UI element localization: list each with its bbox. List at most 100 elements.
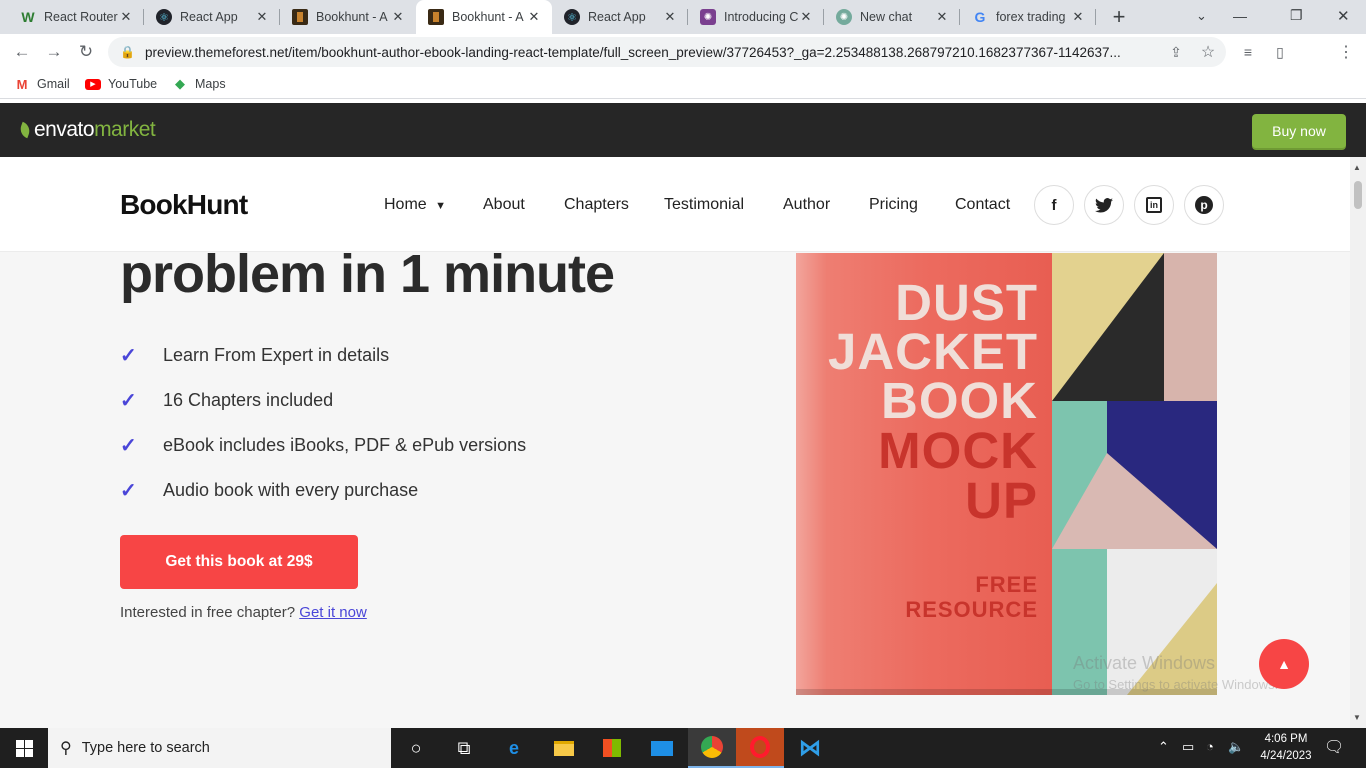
notification-icon[interactable]: 🗨 xyxy=(1324,737,1344,757)
back-icon[interactable]: ← xyxy=(10,40,34,64)
nav-home-label: Home xyxy=(384,196,427,213)
cortana-icon[interactable]: ○ xyxy=(392,728,440,768)
get-it-now-link[interactable]: Get it now xyxy=(299,604,367,621)
wifi-icon[interactable]: ◔ xyxy=(1206,739,1214,754)
minimize-icon[interactable]: — xyxy=(1233,8,1247,24)
close-icon[interactable]: ✕ xyxy=(934,9,950,25)
page-scrollbar[interactable]: ▲ ▼ xyxy=(1350,157,1366,728)
close-icon[interactable]: ✕ xyxy=(118,9,134,25)
volume-icon[interactable]: 🔈 xyxy=(1228,739,1244,755)
buy-now-button[interactable]: Buy now xyxy=(1252,114,1346,148)
taskbar-search-box[interactable]: ⚲ Type here to search xyxy=(48,728,391,768)
tab-title: forex trading xyxy=(996,10,1066,24)
close-icon[interactable]: ✕ xyxy=(254,9,270,25)
book-geometric-art xyxy=(1052,253,1217,695)
chatgpt-icon: ✺ xyxy=(836,9,852,25)
book-text-resource: RESOURCE xyxy=(905,597,1038,622)
tab-title: Bookhunt - A xyxy=(316,10,388,24)
opera-icon[interactable] xyxy=(736,728,784,768)
browser-tab-strip: W React Router ✕ ⚛ React App ✕ Bookhunt … xyxy=(0,0,1366,34)
close-icon[interactable]: ✕ xyxy=(1070,9,1086,25)
feature-item: ✓ eBook includes iBooks, PDF & ePub vers… xyxy=(120,433,526,458)
bookmark-star-icon[interactable]: ☆ xyxy=(1196,40,1220,64)
get-book-button[interactable]: Get this book at 29$ xyxy=(120,535,358,589)
menu-icon[interactable]: ⋮ xyxy=(1334,40,1358,64)
nav-about[interactable]: About xyxy=(483,196,525,214)
chrome-icon[interactable] xyxy=(688,728,736,768)
bookhunt-icon xyxy=(292,9,308,25)
tab-bookhunt[interactable]: Bookhunt - A ✕ xyxy=(280,0,416,34)
start-button[interactable] xyxy=(0,728,48,768)
chevron-down-icon: ▼ xyxy=(435,200,447,212)
restore-icon[interactable]: ❐ xyxy=(1290,7,1303,24)
twitter-icon[interactable] xyxy=(1084,185,1124,225)
envato-leaf-icon xyxy=(17,121,33,139)
bookmark-label: Maps xyxy=(195,77,226,91)
w-icon: W xyxy=(21,9,35,25)
nav-contact[interactable]: Contact xyxy=(955,196,1010,214)
task-view-icon[interactable]: ⧉ xyxy=(440,728,488,768)
tab-forex[interactable]: G forex trading ✕ xyxy=(960,0,1096,34)
file-explorer-icon[interactable] xyxy=(540,728,588,768)
close-icon[interactable]: ✕ xyxy=(662,9,678,25)
envato-logo-market: market xyxy=(94,118,156,141)
nav-testimonial[interactable]: Testimonial xyxy=(664,196,744,214)
bookmark-maps[interactable]: ◆ Maps xyxy=(172,76,226,92)
reload-icon[interactable]: ↻ xyxy=(74,40,98,64)
bookmark-gmail[interactable]: M Gmail xyxy=(14,76,70,92)
vscode-icon[interactable]: ⋈ xyxy=(786,728,834,768)
bookmark-youtube[interactable]: ▶ YouTube xyxy=(85,76,157,92)
check-icon: ✓ xyxy=(120,390,137,412)
nav-pricing[interactable]: Pricing xyxy=(869,196,918,214)
forward-icon[interactable]: → xyxy=(42,40,66,64)
tab-introducing[interactable]: ✺ Introducing C ✕ xyxy=(688,0,824,34)
feature-item: ✓ Learn From Expert in details xyxy=(120,343,389,368)
search-icon: ⚲ xyxy=(60,740,72,757)
clock-time: 4:06 PM xyxy=(1264,733,1308,745)
tab-react-router[interactable]: W React Router ✕ xyxy=(8,0,144,34)
envato-logo[interactable]: envatomarket xyxy=(17,118,156,142)
address-bar[interactable]: 🔒 preview.themeforest.net/item/bookhunt-… xyxy=(108,37,1226,67)
mail-icon[interactable] xyxy=(638,728,686,768)
feature-text: Learn From Expert in details xyxy=(163,345,390,365)
media-icon[interactable]: ≡ xyxy=(1236,40,1260,64)
nav-chapters[interactable]: Chapters xyxy=(564,196,629,214)
scroll-down-arrow-icon[interactable]: ▼ xyxy=(1353,713,1361,722)
windows-icon xyxy=(15,739,33,757)
feature-text: 16 Chapters included xyxy=(163,390,334,410)
share-icon[interactable]: ⇪ xyxy=(1164,40,1188,64)
scrollbar-thumb[interactable] xyxy=(1354,181,1362,209)
chevron-up-icon[interactable]: ⌃ xyxy=(1158,739,1169,755)
nav-author[interactable]: Author xyxy=(783,196,830,214)
linkedin-icon[interactable]: in xyxy=(1134,185,1174,225)
youtube-icon: ▶ xyxy=(85,76,101,92)
pinterest-icon[interactable]: p xyxy=(1184,185,1224,225)
new-tab-button[interactable]: + xyxy=(1106,5,1132,29)
book-text-dust: DUST xyxy=(895,274,1038,331)
tab-title: React App xyxy=(180,10,238,24)
close-icon[interactable]: ✕ xyxy=(798,9,814,25)
taskbar-clock[interactable]: 4:06 PM 4/24/2023 xyxy=(1250,731,1322,765)
tab-react-app-2[interactable]: ⚛ React App ✕ xyxy=(552,0,688,34)
battery-icon[interactable]: ▭ xyxy=(1182,739,1194,755)
scroll-up-arrow-icon[interactable]: ▲ xyxy=(1353,163,1361,172)
facebook-icon[interactable]: f xyxy=(1034,185,1074,225)
google-icon: G xyxy=(974,9,986,25)
edge-icon[interactable]: e xyxy=(490,728,538,768)
tab-react-app[interactable]: ⚛ React App ✕ xyxy=(144,0,280,34)
scroll-to-top-button[interactable]: ▲ xyxy=(1259,639,1309,689)
store-icon[interactable] xyxy=(588,728,636,768)
tab-new-chat[interactable]: ✺ New chat ✕ xyxy=(824,0,960,34)
url-text[interactable]: preview.themeforest.net/item/bookhunt-au… xyxy=(145,45,1155,60)
tab-bookhunt-active[interactable]: Bookhunt - A ✕ xyxy=(416,0,552,34)
tab-search-icon[interactable]: ⌄ xyxy=(1196,8,1207,24)
activate-windows-title: Activate Windows xyxy=(1073,653,1216,673)
close-icon[interactable]: ✕ xyxy=(390,9,406,25)
bookmarks-bar: M Gmail ▶ YouTube ◆ Maps xyxy=(0,70,1366,99)
close-window-icon[interactable]: ✕ xyxy=(1337,7,1350,25)
close-icon[interactable]: ✕ xyxy=(526,9,542,25)
site-brand-logo[interactable]: BookHunt xyxy=(120,189,248,221)
side-panel-icon[interactable]: ▯ xyxy=(1268,40,1292,64)
tab-title: Introducing C xyxy=(724,10,798,24)
nav-home[interactable]: Home ▼ xyxy=(384,196,446,214)
